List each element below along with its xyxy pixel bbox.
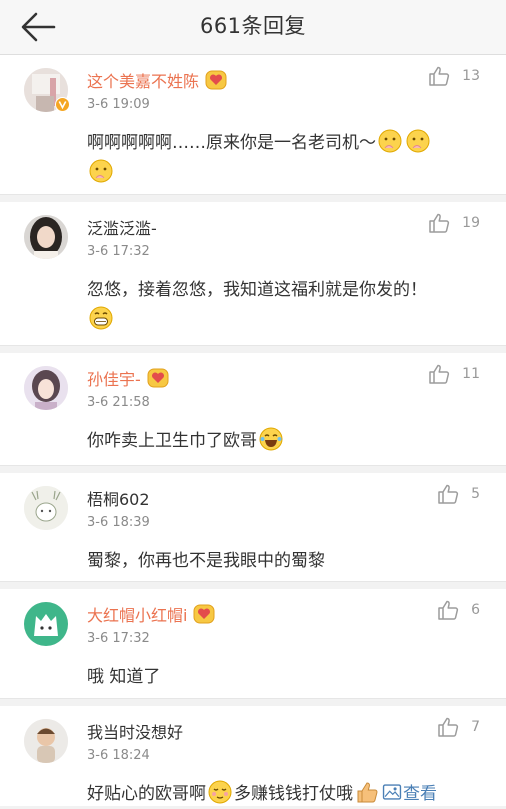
comment-item[interactable]: 梧桐602 3-6 18:39 5 蜀黎，你再也不是我眼中的蜀黎 (0, 473, 506, 582)
view-image-link[interactable]: 查看 (381, 784, 437, 804)
username[interactable]: 我当时没想好 (87, 719, 183, 743)
vip-heart-icon (205, 70, 227, 90)
avatar[interactable] (24, 719, 68, 763)
like-button[interactable]: 6 (437, 600, 480, 620)
comment-item[interactable]: 这个美嘉不姓陈 3-6 19:09 13 啊啊啊啊啊……原来你是一名老司机～ (0, 55, 506, 195)
shy-emoji-icon (208, 780, 232, 804)
thumbs-up-icon (438, 717, 459, 737)
like-count: 5 (471, 486, 480, 502)
vip-heart-icon (147, 368, 169, 388)
like-button[interactable]: 5 (437, 484, 480, 504)
like-count: 6 (471, 602, 480, 618)
laugh-cry-emoji-icon (259, 427, 283, 451)
comment-time: 3-6 17:32 (87, 244, 150, 259)
comment-time: 3-6 18:24 (87, 748, 150, 763)
like-button[interactable]: 19 (428, 213, 480, 233)
comment-text: 忽悠，接着忽悠，我知道这福利就是你发的！ (87, 275, 476, 335)
thinking-emoji-icon (89, 159, 113, 183)
comment-item[interactable]: 大红帽小红帽i 3-6 17:32 6 哦 知道了 (0, 589, 506, 699)
grin-emoji-icon (89, 306, 113, 330)
comment-text: 蜀黎，你再也不是我眼中的蜀黎 (87, 551, 325, 571)
avatar[interactable] (24, 215, 68, 259)
like-count: 13 (462, 68, 480, 84)
comment-time: 3-6 19:09 (87, 97, 150, 112)
thumbs-up-icon (429, 213, 450, 233)
comment-text: 你咋卖上卫生巾了欧哥 (87, 426, 476, 456)
comment-text: 哦 知道了 (87, 667, 161, 687)
username[interactable]: 这个美嘉不姓陈 (87, 68, 227, 92)
like-count: 19 (462, 215, 480, 231)
like-button[interactable]: 11 (428, 364, 480, 384)
page-title: 661条回复 (199, 14, 307, 38)
comment-text: 好贴心的欧哥啊 多赚钱钱打仗哦 查看 (87, 779, 494, 809)
verified-badge-icon (55, 97, 70, 112)
thumbs-up-icon (438, 600, 459, 620)
image-icon (382, 784, 402, 800)
avatar[interactable] (24, 486, 68, 530)
comment-time: 3-6 17:32 (87, 631, 150, 646)
thumbs-up-emoji-icon (357, 782, 378, 803)
top-bar: 661条回复 (0, 0, 506, 55)
avatar[interactable] (24, 366, 68, 410)
like-count: 7 (471, 719, 480, 735)
thumbs-up-icon (438, 484, 459, 504)
thinking-emoji-icon (378, 129, 402, 153)
thinking-emoji-icon (406, 129, 430, 153)
comment-item[interactable]: 我当时没想好 3-6 18:24 7 好贴心的欧哥啊 多赚钱钱打仗哦 查看 (0, 706, 506, 806)
comment-time: 3-6 18:39 (87, 515, 150, 530)
like-button[interactable]: 7 (437, 717, 480, 737)
username[interactable]: 梧桐602 (87, 486, 150, 510)
like-count: 11 (462, 366, 480, 382)
comment-item[interactable]: 孙佳宇- 3-6 21:58 11 你咋卖上卫生巾了欧哥 (0, 353, 506, 466)
thumbs-up-icon (429, 66, 450, 86)
avatar[interactable] (24, 602, 68, 646)
vip-heart-icon (193, 604, 215, 624)
username[interactable]: 泛滥泛滥- (87, 215, 157, 239)
username[interactable]: 大红帽小红帽i (87, 602, 215, 626)
like-button[interactable]: 13 (428, 66, 480, 86)
username[interactable]: 孙佳宇- (87, 366, 169, 390)
comment-item[interactable]: 泛滥泛滥- 3-6 17:32 19 忽悠，接着忽悠，我知道这福利就是你发的！ (0, 202, 506, 346)
thumbs-up-icon (429, 364, 450, 384)
comment-time: 3-6 21:58 (87, 395, 150, 410)
comment-text: 啊啊啊啊啊……原来你是一名老司机～ (87, 128, 476, 188)
